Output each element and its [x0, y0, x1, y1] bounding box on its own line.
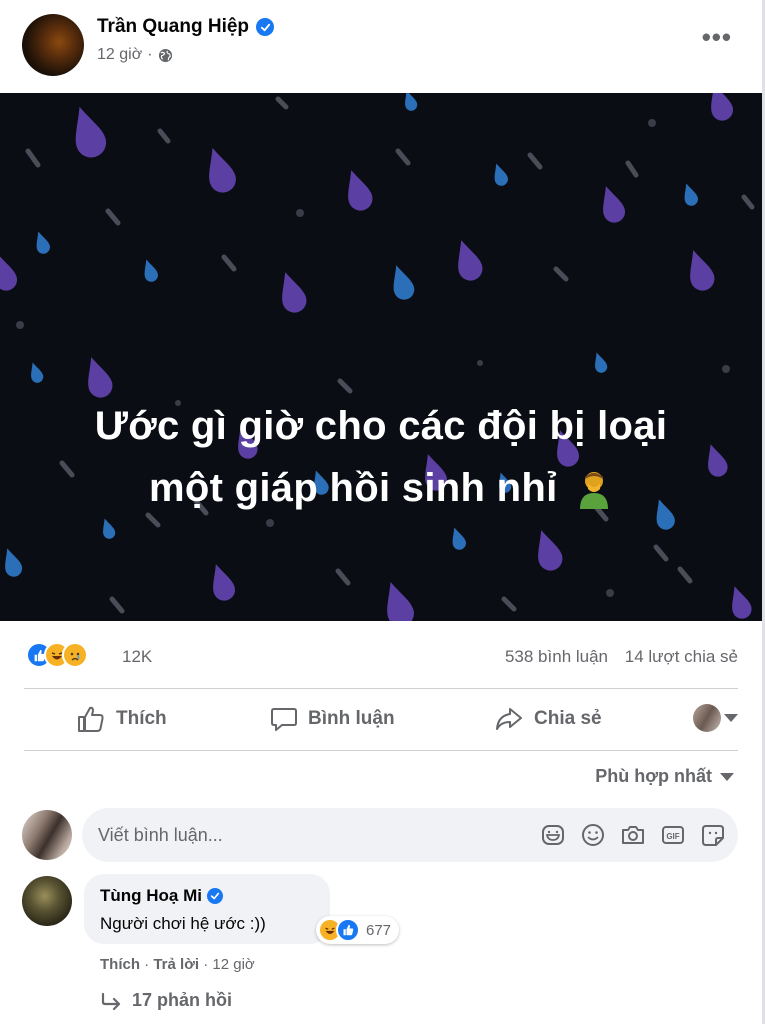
meta-separator: ·	[144, 956, 150, 973]
post-text-line-2-row: một giáp hồi sinh nhỉ	[0, 457, 762, 519]
commenter-avatar[interactable]	[22, 876, 72, 926]
like-button-label: Thích	[116, 708, 167, 729]
sad-reaction-icon	[62, 642, 88, 668]
divider-top	[24, 688, 738, 689]
comment-sort-dropdown[interactable]: Phù hợp nhất	[595, 766, 734, 787]
camera-icon[interactable]	[620, 822, 646, 848]
gif-icon[interactable]: GIF	[660, 822, 686, 848]
face-palm-emoji-icon	[579, 472, 608, 509]
comment-bubble-icon	[271, 708, 297, 731]
post-actions-bar: Thích Bình luận Chia sẻ	[24, 690, 738, 748]
rain-background	[0, 93, 755, 621]
chevron-down-icon	[724, 714, 738, 722]
comment-input[interactable]: Viết bình luận... GIF	[82, 808, 738, 862]
comment-reply-link[interactable]: Trả lời	[153, 956, 199, 973]
comment-bubble: Tùng Hoạ Mi Người chơi hệ ước :))	[84, 874, 330, 944]
author-avatar[interactable]	[22, 14, 84, 76]
comment-reaction-summary[interactable]: 677	[316, 916, 400, 944]
view-replies-link[interactable]: 17 phản hồi	[100, 990, 232, 1011]
meta-separator: ·	[147, 46, 153, 63]
commenter-name-row: Tùng Hoạ Mi	[100, 886, 223, 906]
engagement-counts: 538 bình luận 14 lượt chia sẻ	[505, 647, 738, 667]
reaction-stats-bar: 12K 538 bình luận 14 lượt chia sẻ	[26, 640, 738, 672]
more-options-button[interactable]: •••	[702, 24, 732, 50]
profile-avatar	[693, 704, 721, 732]
post-as-selector[interactable]	[693, 704, 738, 732]
composer-icons: GIF	[540, 822, 726, 848]
svg-text:GIF: GIF	[666, 832, 679, 841]
thumbs-up-icon	[78, 706, 104, 732]
reply-arrow-icon	[101, 992, 121, 1010]
post-image[interactable]: Ước gì giờ cho các đội bị loại một giáp …	[0, 93, 762, 621]
comment-like-link[interactable]: Thích	[100, 956, 140, 973]
share-button-label: Chia sẻ	[534, 708, 602, 729]
meta-separator: ·	[203, 956, 209, 973]
like-button[interactable]: Thích	[76, 705, 167, 733]
replies-label: 17 phản hồi	[132, 990, 233, 1010]
post-text-line-1: Ước gì giờ cho các đội bị loại	[94, 404, 668, 448]
comment-count[interactable]: 538 bình luận	[505, 647, 608, 666]
post-card: Trần Quang Hiệp 12 giờ · ••• Ước gì giờ …	[0, 0, 765, 1024]
current-user-avatar[interactable]	[22, 810, 72, 860]
divider-bottom	[24, 750, 738, 751]
comment-time[interactable]: 12 giờ	[212, 956, 254, 973]
sticker-icon[interactable]	[540, 822, 566, 848]
chevron-down-icon	[720, 772, 734, 781]
share-count[interactable]: 14 lượt chia sẻ	[625, 647, 738, 666]
avatar-sticker-icon[interactable]	[700, 822, 726, 848]
comment-text: Người chơi hệ ước :))	[100, 914, 266, 933]
reaction-count[interactable]: 12K	[122, 647, 152, 667]
public-globe-icon	[158, 48, 172, 62]
author-name[interactable]: Trần Quang Hiệp	[97, 16, 249, 38]
verified-badge-icon	[206, 888, 223, 904]
author-row: Trần Quang Hiệp	[97, 16, 275, 38]
post-text-overlay: Ước gì giờ cho các đội bị loại một giáp …	[0, 395, 762, 519]
commenter-name[interactable]: Tùng Hoạ Mi	[100, 886, 202, 906]
reaction-icons[interactable]	[26, 642, 88, 668]
emoji-icon[interactable]	[580, 822, 606, 848]
sort-label: Phù hợp nhất	[595, 766, 712, 786]
comment-button-label: Bình luận	[308, 708, 395, 729]
like-reaction-icon	[336, 918, 360, 942]
comment-input-placeholder: Viết bình luận...	[98, 825, 223, 845]
post-time[interactable]: 12 giờ	[97, 46, 142, 64]
share-button[interactable]: Chia sẻ	[494, 705, 602, 733]
comment-button[interactable]: Bình luận	[270, 705, 395, 733]
post-meta: 12 giờ ·	[97, 46, 173, 64]
comment-meta: Thích · Trả lời · 12 giờ	[100, 956, 255, 973]
post-text-line-2: một giáp hồi sinh nhỉ	[149, 466, 558, 510]
comment-reaction-count: 677	[366, 921, 392, 939]
verified-badge-icon	[256, 18, 275, 36]
share-arrow-icon	[496, 708, 522, 730]
